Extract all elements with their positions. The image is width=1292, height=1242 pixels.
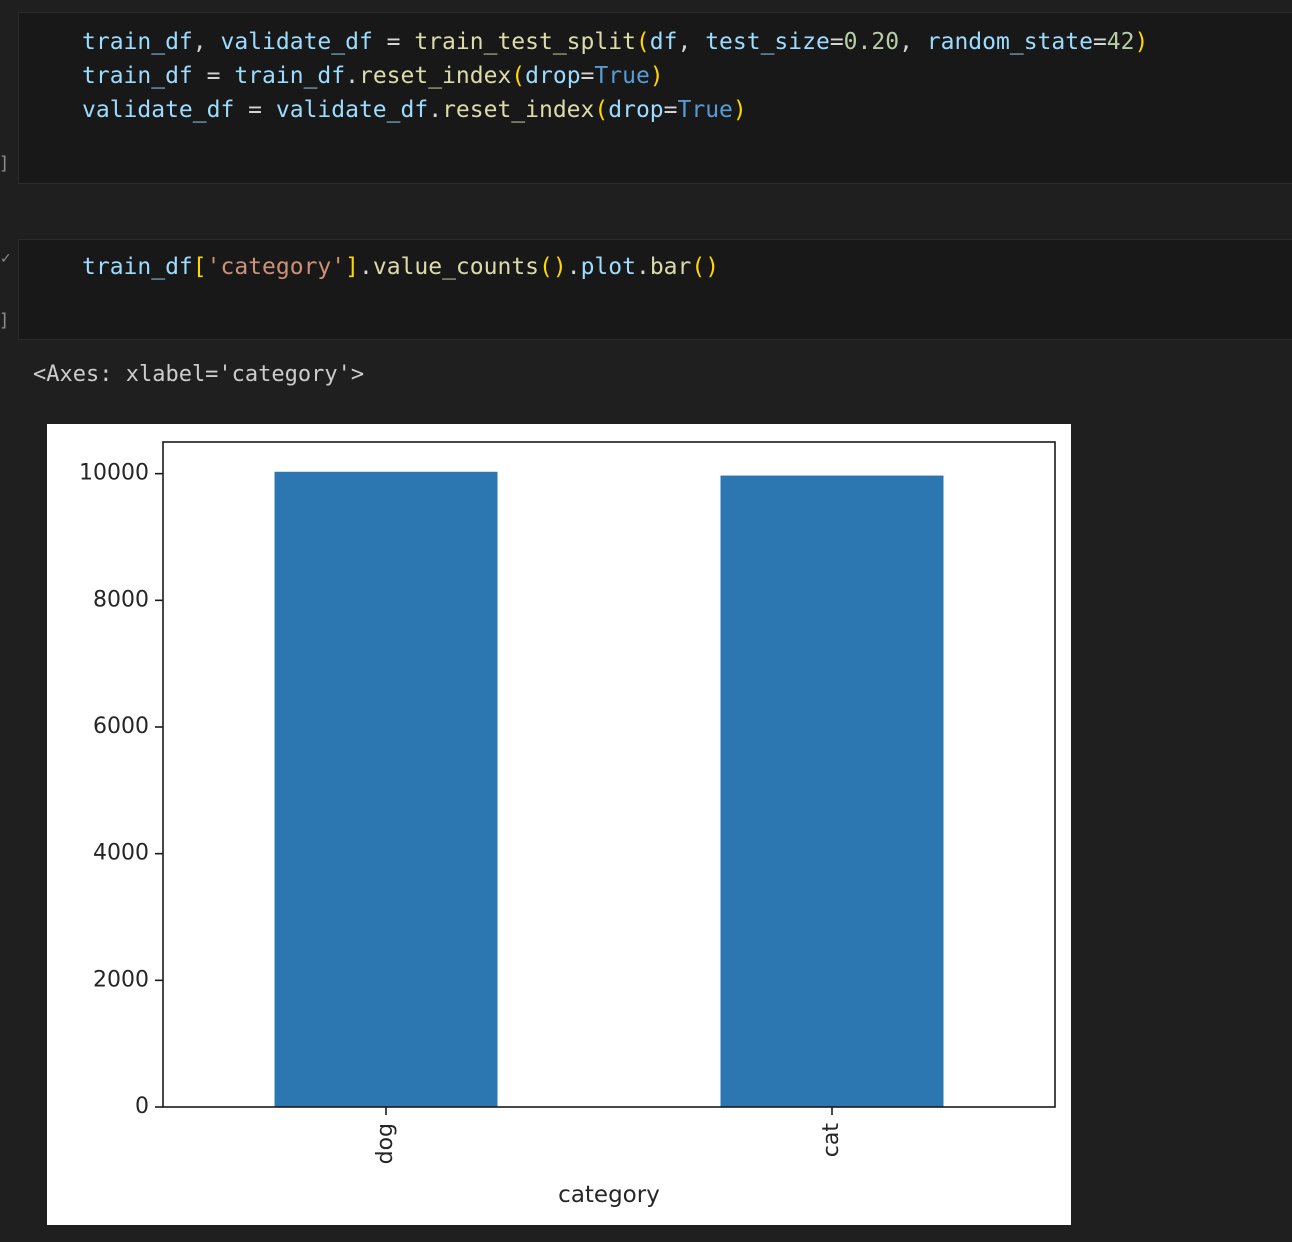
code-line: train_df, validate_df = train_test_split… [82, 25, 1148, 59]
code-token: validate_df [82, 97, 235, 123]
code-token: ( [635, 29, 650, 55]
code-token: = [580, 63, 595, 89]
code-token: True [677, 97, 733, 123]
code-token: 'category' [206, 254, 346, 280]
code-token: ) [1134, 29, 1149, 55]
y-tick-label: 4000 [93, 841, 149, 866]
code-cell-2[interactable]: train_df['category'].value_counts().plot… [18, 239, 1292, 340]
y-tick-label: 6000 [93, 714, 149, 739]
code-token: = [192, 63, 235, 89]
bar-dog [274, 471, 498, 1107]
code-token: drop [525, 63, 581, 89]
cell-1-execution-bracket: ] [0, 153, 8, 174]
code-token: 0.20 [843, 29, 900, 55]
code-token: train_test_split [414, 29, 636, 55]
cell-2-success-check-icon: ✓ [0, 251, 12, 267]
code-token: . [428, 97, 443, 123]
code-token: ] [345, 254, 359, 280]
x-tick-label: dog [373, 1123, 398, 1164]
code-token: validate_df [220, 29, 373, 55]
code-token: True [594, 63, 650, 89]
x-axis-label: category [558, 1182, 660, 1208]
code-token: = [1092, 29, 1107, 55]
code-token: train_df [82, 29, 193, 55]
code-token: () [691, 254, 720, 280]
cell-2-execution-bracket: ] [0, 310, 8, 331]
code-token: ( [511, 63, 526, 89]
y-tick-label: 0 [135, 1094, 149, 1119]
x-tick-label: cat [819, 1123, 844, 1158]
code-token: value_counts [372, 254, 540, 280]
code-token: 42 [1106, 29, 1135, 55]
code-token: [ [192, 254, 207, 280]
code-token: reset_index [358, 63, 512, 89]
code-token: validate_df [275, 97, 429, 123]
code-token: () [539, 254, 567, 280]
code-line: validate_df = validate_df.reset_index(dr… [82, 93, 747, 127]
code-line: train_df = train_df.reset_index(drop=Tru… [82, 59, 664, 93]
code-token: ( [594, 97, 609, 123]
bar-chart: 0 2000 4000 6000 8000 10000 dog cat category [79, 441, 1056, 1208]
code-token: train_df [82, 254, 193, 280]
code-token: train_df [82, 63, 193, 89]
code-token: = [234, 97, 276, 123]
code-token: drop [608, 97, 664, 123]
code-token: = [663, 97, 678, 123]
code-cell-1[interactable]: train_df, validate_df = train_test_split… [18, 12, 1292, 184]
code-token: bar [649, 254, 692, 280]
code-token: test_size [705, 29, 830, 55]
y-tick-label: 8000 [93, 587, 149, 612]
code-token: ) [732, 97, 747, 123]
bar-cat [720, 475, 944, 1107]
code-token: df [649, 29, 678, 55]
code-token: . [635, 254, 650, 280]
y-tick-label: 2000 [93, 967, 149, 992]
code-token: plot [580, 254, 636, 280]
code-token: = [829, 29, 844, 55]
code-token: , [899, 29, 927, 55]
code-token: . [345, 63, 359, 89]
code-token: . [566, 254, 581, 280]
bar-chart-output: 0 2000 4000 6000 8000 10000 dog cat category [47, 424, 1071, 1225]
code-line: train_df['category'].value_counts().plot… [82, 250, 719, 284]
code-token: random_state [926, 29, 1093, 55]
code-token: = [372, 29, 415, 55]
y-tick-label: 10000 [79, 461, 149, 486]
code-token: train_df [234, 63, 346, 89]
code-token: reset_index [442, 97, 595, 123]
code-token: ) [649, 63, 664, 89]
code-token: , [192, 29, 221, 55]
cell-output-text: <Axes: xlabel='category'> [33, 362, 365, 387]
code-token: . [358, 254, 373, 280]
code-token: , [677, 29, 706, 55]
